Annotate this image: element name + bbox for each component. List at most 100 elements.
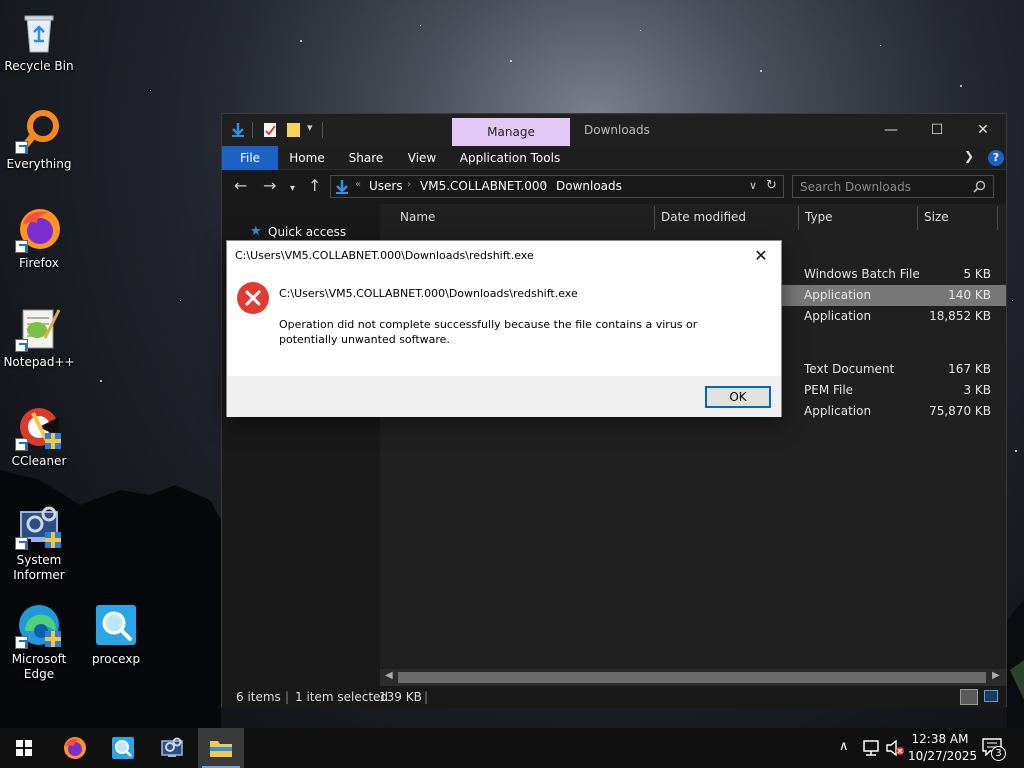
download-arrow-icon[interactable] xyxy=(230,122,246,138)
up-arrow-icon[interactable]: ↑ xyxy=(308,178,321,194)
desktop-icon-system-informer[interactable]: System Informer xyxy=(1,502,77,583)
desktop-icon-notepad-plus-plus[interactable]: Notepad++ xyxy=(1,304,77,370)
refresh-icon[interactable]: ↻ xyxy=(766,178,777,193)
maximize-button[interactable]: ☐ xyxy=(914,114,960,146)
desktop-icon-ccleaner[interactable]: CCleaner xyxy=(1,403,77,469)
taskbar-file-explorer[interactable] xyxy=(198,728,244,768)
scroll-right-icon[interactable]: ▶ xyxy=(992,670,1000,681)
desktop-icon-firefox[interactable]: Firefox xyxy=(1,205,77,271)
system-informer-icon xyxy=(161,737,183,757)
properties-icon[interactable] xyxy=(262,122,278,138)
dialog-title: C:\Users\VM5.COLLABNET.000\Downloads\red… xyxy=(235,249,534,262)
file-explorer-icon xyxy=(210,741,232,757)
desktop-icon-microsoft-edge[interactable]: Microsoft Edge xyxy=(1,601,77,682)
breadcrumb-separator-icon[interactable]: › xyxy=(407,179,411,190)
column-divider[interactable] xyxy=(917,206,918,230)
dialog-message: Operation did not complete successfully … xyxy=(279,318,698,346)
taskbar: ∧ 12:38 AM 10/27/2025 3 xyxy=(0,728,1024,768)
minimize-button[interactable]: — xyxy=(868,114,914,146)
breadcrumb-separator-icon[interactable]: › xyxy=(542,179,546,190)
column-header-type[interactable]: Type xyxy=(805,204,833,230)
status-separator: | xyxy=(424,690,429,704)
search-box[interactable] xyxy=(792,175,994,198)
file-type: PEM File xyxy=(804,383,854,397)
expand-ribbon-icon[interactable]: ❯ xyxy=(964,149,974,163)
search-input[interactable] xyxy=(793,176,968,197)
shortcut-arrow-icon xyxy=(15,537,28,550)
tab-manage[interactable]: Manage xyxy=(452,118,570,146)
qa-separator xyxy=(252,122,253,138)
horizontal-scrollbar[interactable]: ◀ ▶ xyxy=(380,669,1006,686)
recent-locations-icon[interactable]: ▾ xyxy=(290,181,295,197)
taskbar-firefox[interactable] xyxy=(51,728,97,768)
desktop-icon-label: Notepad++ xyxy=(3,355,75,369)
column-divider[interactable] xyxy=(798,206,799,230)
customize-quick-access-icon[interactable]: ▾ xyxy=(307,121,313,134)
file-size: 167 KB xyxy=(948,362,991,376)
error-dialog[interactable]: C:\Users\VM5.COLLABNET.000\Downloads\red… xyxy=(226,240,782,417)
help-icon[interactable]: ? xyxy=(988,150,1004,166)
start-icon xyxy=(16,740,32,756)
tab-file[interactable]: File xyxy=(222,146,278,170)
clock-time: 12:38 AM xyxy=(911,732,969,746)
search-icon[interactable] xyxy=(973,180,986,193)
volume-muted-icon[interactable] xyxy=(885,740,905,756)
notification-count-badge: 3 xyxy=(991,746,1006,761)
file-size: 75,870 KB xyxy=(929,404,991,418)
shortcut-arrow-icon xyxy=(15,339,28,352)
breadcrumb-users[interactable]: Users xyxy=(369,179,403,193)
column-header-date-modified[interactable]: Date modified xyxy=(661,204,746,230)
column-divider[interactable] xyxy=(997,206,998,230)
back-arrow-icon[interactable]: ← xyxy=(234,178,247,194)
dialog-close-button[interactable]: ✕ xyxy=(747,243,775,269)
action-center-button[interactable]: 3 xyxy=(982,738,1006,761)
start-button[interactable] xyxy=(0,728,46,768)
shortcut-arrow-icon xyxy=(15,141,28,154)
desktop-icon-label: Everything xyxy=(6,157,72,171)
tab-view[interactable]: View xyxy=(398,146,446,170)
details-view-icon[interactable] xyxy=(960,689,978,705)
tab-application-tools[interactable]: Application Tools xyxy=(458,146,562,170)
file-size: 3 KB xyxy=(963,383,991,397)
address-row: ← → ▾ ↑ « Users › VM5.COLLABNET.000 › Do… xyxy=(222,170,1006,204)
shortcut-arrow-icon xyxy=(15,240,28,253)
forward-arrow-icon[interactable]: → xyxy=(263,178,276,194)
quick-access-label: Quick access xyxy=(268,225,347,239)
star-icon: ★ xyxy=(250,224,262,239)
dialog-file-path: C:\Users\VM5.COLLABNET.000\Downloads\red… xyxy=(279,287,578,300)
address-dropdown-icon[interactable]: ∨ xyxy=(749,179,757,192)
breadcrumb-overflow-icon[interactable]: « xyxy=(355,179,361,190)
selection-count: 1 item selected xyxy=(295,690,389,704)
network-icon[interactable] xyxy=(862,740,880,756)
large-icons-view-icon[interactable] xyxy=(984,690,998,702)
new-folder-icon[interactable] xyxy=(286,122,302,138)
explorer-titlebar[interactable]: ▾ Manage Downloads — ☐ ✕ xyxy=(222,114,1006,146)
desktop-icon-label: procexp xyxy=(91,652,141,666)
breadcrumb-downloads[interactable]: Downloads xyxy=(556,179,622,193)
taskbar-system-informer[interactable] xyxy=(148,728,194,768)
tab-share[interactable]: Share xyxy=(340,146,392,170)
desktop-icon-recycle-bin[interactable]: Recycle Bin xyxy=(1,8,77,74)
clock[interactable]: 12:38 AM 10/27/2025 xyxy=(908,731,977,765)
ccleaner-icon xyxy=(15,403,63,451)
selection-size: 139 KB xyxy=(379,690,422,704)
scroll-left-icon[interactable]: ◀ xyxy=(385,670,393,681)
tab-home[interactable]: Home xyxy=(282,146,332,170)
ok-button[interactable]: OK xyxy=(705,386,771,408)
taskbar-process-explorer[interactable] xyxy=(99,728,145,768)
desktop-icon-procexp[interactable]: procexp xyxy=(78,601,154,667)
breadcrumb-user-folder[interactable]: VM5.COLLABNET.000 xyxy=(420,179,547,193)
firefox-icon xyxy=(15,205,63,253)
desktop-icon-everything[interactable]: Everything xyxy=(1,106,77,172)
file-type: Application xyxy=(804,309,872,323)
column-header-size[interactable]: Size xyxy=(924,204,949,230)
close-button[interactable]: ✕ xyxy=(960,114,1006,146)
column-header-name[interactable]: Name xyxy=(400,204,435,230)
show-hidden-icons-icon[interactable]: ∧ xyxy=(839,739,849,754)
address-bar[interactable]: « Users › VM5.COLLABNET.000 › Downloads … xyxy=(330,175,784,198)
scrollbar-thumb[interactable] xyxy=(398,672,986,683)
file-type: Application xyxy=(804,404,872,418)
column-divider[interactable] xyxy=(654,206,655,230)
item-count: 6 items xyxy=(236,690,281,704)
file-type: Windows Batch File xyxy=(804,267,920,281)
